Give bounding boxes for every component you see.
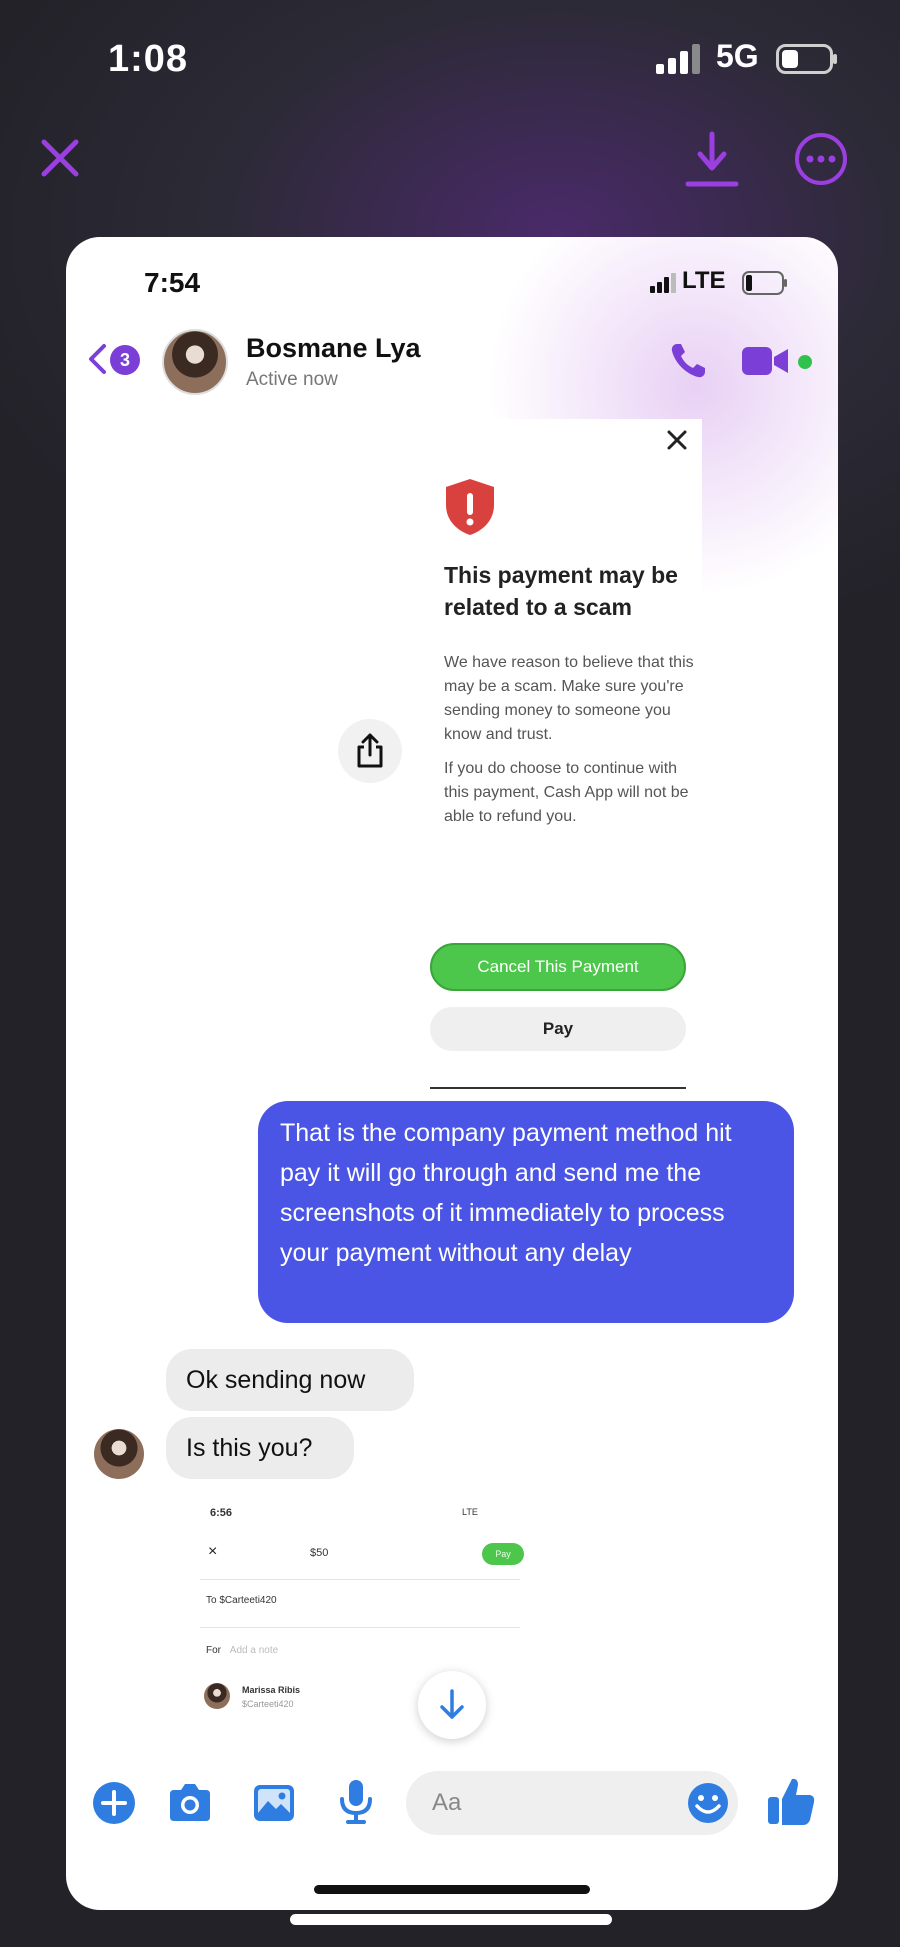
arrow-down-icon <box>440 1689 464 1719</box>
share-button[interactable] <box>338 719 402 783</box>
share-icon <box>357 733 383 768</box>
cancel-payment-button[interactable]: Cancel This Payment <box>430 943 686 991</box>
inner-home-indicator <box>314 1885 590 1894</box>
close-icon[interactable] <box>38 136 82 180</box>
phone-icon[interactable] <box>668 341 708 381</box>
scam-warning-title: This payment may be related to a scam <box>444 562 678 620</box>
back-button[interactable]: 3 <box>86 339 154 379</box>
signal-strength-icon <box>656 44 700 74</box>
video-camera-icon[interactable] <box>742 345 790 377</box>
contact-status: Active now <box>246 369 338 390</box>
thumbs-up-icon[interactable] <box>766 1775 816 1827</box>
attachment-time: 6:56 <box>210 1507 233 1519</box>
messenger-screenshot: 7:54 LTE 3 Bosmane Lya Active now This p… <box>66 237 838 1910</box>
plus-circle-icon[interactable] <box>90 1779 138 1827</box>
download-icon[interactable] <box>684 130 740 188</box>
scam-warning-refund-note: If you do choose to continue with this p… <box>444 760 689 825</box>
unread-badge: 3 <box>110 345 140 375</box>
message-input-placeholder: Aa <box>432 1789 462 1816</box>
scam-warning-image[interactable]: This payment may be related to a scam We… <box>418 419 702 1103</box>
scroll-to-bottom-button[interactable] <box>418 1671 486 1739</box>
attachment-amount: $50 <box>310 1547 329 1559</box>
attachment-close-icon: × <box>208 1543 218 1560</box>
recipient-handle: $Carteeti420 <box>242 1699 294 1709</box>
divider <box>430 1087 686 1089</box>
more-options-icon[interactable] <box>794 132 848 186</box>
camera-icon[interactable] <box>166 1779 214 1827</box>
pay-button[interactable]: Pay <box>430 1007 686 1051</box>
attachment-for-label: For <box>206 1645 221 1656</box>
outer-network-label: 5G <box>716 38 759 74</box>
battery-icon <box>776 44 837 74</box>
contact-name[interactable]: Bosmane Lya <box>246 333 421 364</box>
recipient-name: Marissa Ribis <box>242 1685 301 1695</box>
incoming-message[interactable]: Is this you? <box>166 1417 354 1479</box>
outer-status-time: 1:08 <box>108 38 189 80</box>
emoji-icon[interactable] <box>686 1781 730 1825</box>
attachment-to-label: To <box>206 1595 217 1606</box>
attachment-network: LTE <box>462 1507 478 1517</box>
divider <box>200 1579 520 1580</box>
attachment-for-row: For Add a note <box>206 1645 278 1656</box>
attachment-note-placeholder: Add a note <box>229 1645 279 1656</box>
gallery-icon[interactable] <box>250 1779 298 1827</box>
sender-avatar[interactable] <box>94 1429 144 1479</box>
attachment-to-row: To $Carteeti420 <box>206 1595 277 1606</box>
inner-battery-icon <box>742 271 787 295</box>
inner-status-time: 7:54 <box>144 267 201 298</box>
contact-avatar[interactable] <box>162 329 228 395</box>
outgoing-message[interactable]: That is the company payment method hit p… <box>258 1101 794 1323</box>
attachment-to-value: $Carteeti420 <box>219 1595 277 1606</box>
close-icon[interactable] <box>662 425 692 455</box>
active-status-dot <box>798 355 812 369</box>
microphone-icon[interactable] <box>332 1777 380 1825</box>
divider <box>200 1627 520 1628</box>
recipient-avatar <box>204 1683 230 1709</box>
shield-warning-icon <box>446 479 494 535</box>
home-indicator <box>290 1914 612 1925</box>
attachment-pay-button: Pay <box>482 1543 524 1565</box>
chevron-left-icon <box>89 344 106 374</box>
inner-network-label: LTE <box>682 267 726 294</box>
inner-signal-icon <box>650 273 676 293</box>
scam-warning-body: We have reason to believe that this may … <box>444 654 694 743</box>
incoming-message[interactable]: Ok sending now <box>166 1349 414 1411</box>
